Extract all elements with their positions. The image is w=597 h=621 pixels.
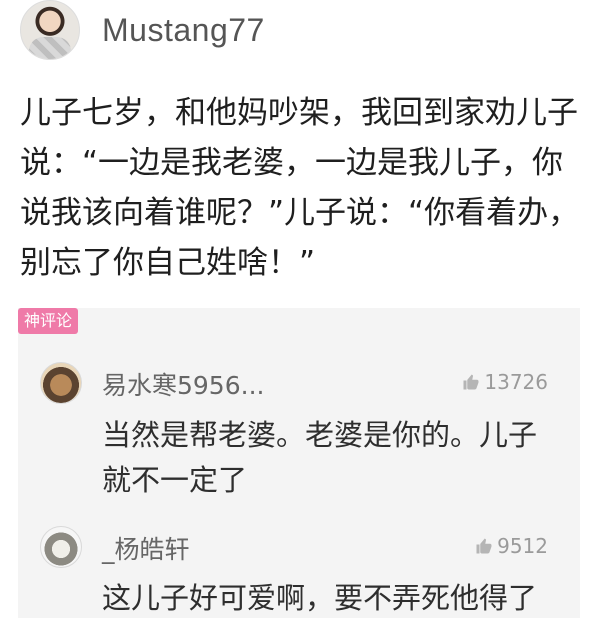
commenter-name[interactable]: _杨皓轩 xyxy=(102,530,190,566)
author-avatar[interactable] xyxy=(20,0,80,60)
like-count: 13726 xyxy=(484,370,548,394)
thumbs-up-icon xyxy=(476,538,492,554)
like-button[interactable]: 9512 xyxy=(475,534,548,558)
commenter-name[interactable]: 易水寒5956... xyxy=(102,366,264,402)
commenter-avatar[interactable] xyxy=(40,526,82,568)
like-button[interactable]: 13726 xyxy=(462,370,548,394)
post-header: Mustang77 xyxy=(20,0,265,60)
author-username[interactable]: Mustang77 xyxy=(102,12,265,49)
post-text: 儿子七岁，和他妈吵架，我回到家劝儿子说：“一边是我老婆，一边是我儿子，你说我该向… xyxy=(20,95,580,281)
comment-text: 当然是帮老婆。老婆是你的。儿子就不一定了 xyxy=(102,418,538,497)
like-count: 9512 xyxy=(497,534,548,558)
thumbs-up-icon xyxy=(463,374,479,390)
comment-text: 这儿子好可爱啊，要不弄死他得了 xyxy=(102,581,538,615)
hot-comments-section: 神评论 易水寒5956... 13726 当然是帮老婆。老婆是你的。儿子就不一定… xyxy=(18,308,580,618)
hot-comments-badge: 神评论 xyxy=(18,308,79,334)
commenter-avatar[interactable] xyxy=(40,362,82,404)
